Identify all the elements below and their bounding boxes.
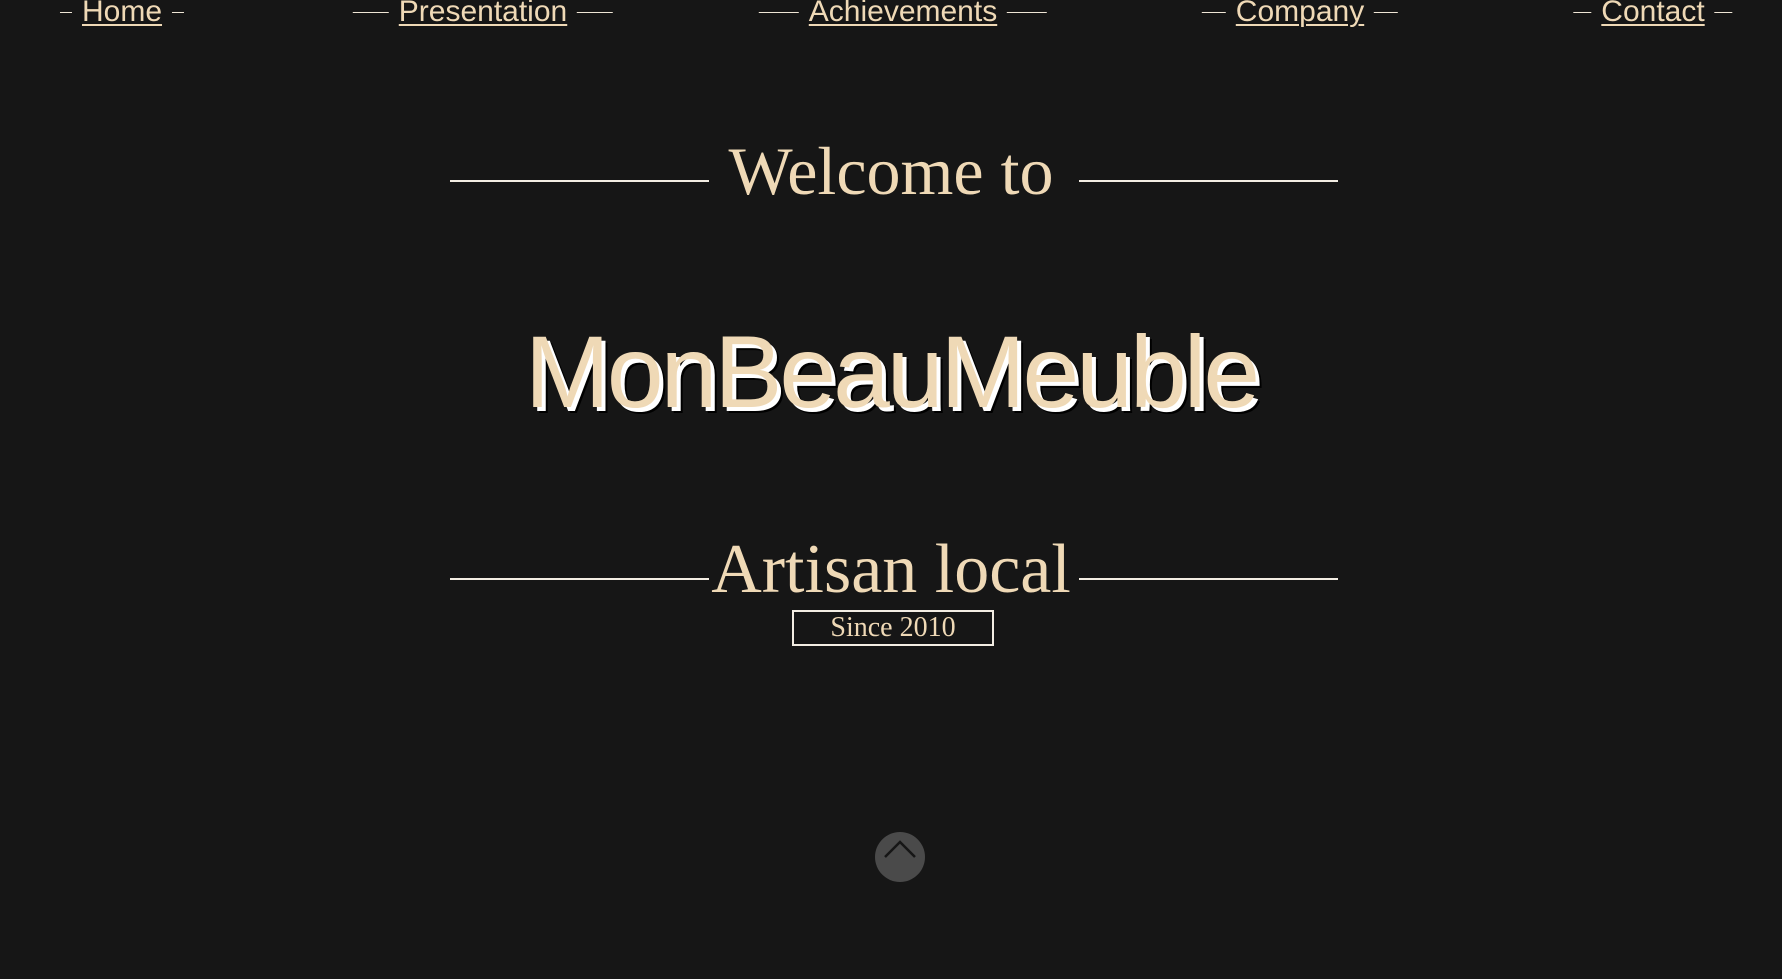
nav-dash-left <box>352 11 389 13</box>
nav-dash-right <box>577 11 614 13</box>
scroll-to-top-button[interactable] <box>875 832 925 882</box>
since-badge: Since 2010 <box>792 610 994 646</box>
nav-link-presentation[interactable]: Presentation <box>389 0 577 29</box>
nav-item-presentation: Presentation <box>352 0 614 30</box>
nav-link-home[interactable]: Home <box>72 0 172 29</box>
tagline-heading: Artisan local <box>711 531 1071 608</box>
nav-item-company: Company <box>1201 0 1399 30</box>
nav-dash-left <box>758 11 799 13</box>
nav-dash-left <box>1573 11 1592 13</box>
nav-dash-right <box>1007 11 1048 13</box>
nav-item-achievements: Achievements <box>758 0 1048 30</box>
nav-item-home: Home <box>59 0 185 30</box>
nav-dash-right <box>1714 11 1733 13</box>
main-nav: Home Presentation Achievements Company C… <box>0 0 1782 40</box>
nav-dash-left <box>59 11 72 13</box>
welcome-heading: Welcome to <box>728 133 1054 209</box>
nav-link-contact[interactable]: Contact <box>1591 0 1714 29</box>
chevron-up-icon <box>884 840 916 858</box>
nav-link-company[interactable]: Company <box>1226 0 1374 29</box>
nav-dash-right <box>172 11 185 13</box>
nav-link-achievements[interactable]: Achievements <box>799 0 1007 29</box>
brand-title: MonBeauMeuble <box>524 315 1260 429</box>
nav-dash-right <box>1374 11 1399 13</box>
nav-dash-left <box>1201 11 1226 13</box>
nav-item-contact: Contact <box>1573 0 1733 30</box>
